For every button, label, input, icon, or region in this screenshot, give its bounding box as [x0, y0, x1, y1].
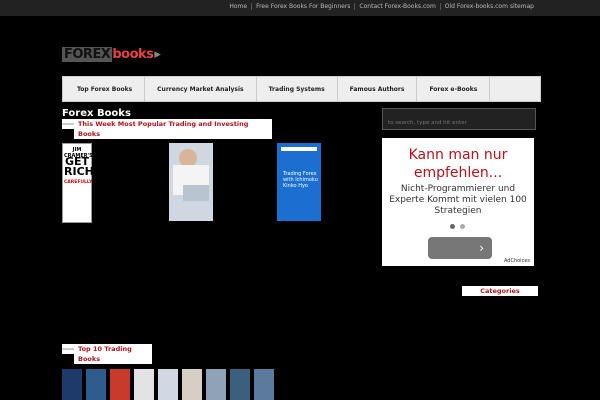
main-nav: Top Forex Books Currency Market Analysis… — [62, 76, 541, 102]
book-subtitle: CAREFULLY — [64, 180, 93, 185]
ad-body: Nicht-Programmierer und Experte Kommt mi… — [389, 184, 527, 216]
nav-item-currency-market-analysis[interactable]: Currency Market Analysis — [145, 77, 257, 101]
logo-part-2: books — [112, 46, 154, 62]
top10-cover-5[interactable] — [158, 369, 178, 400]
book-cover-2[interactable] — [169, 143, 213, 221]
adchoices-label[interactable]: AdChoices — [504, 258, 530, 264]
top-link-sitemap[interactable]: Old Forex-books.com sitemap — [439, 3, 538, 10]
top-link-free-books[interactable]: Free Forex Books For Beginners — [251, 3, 354, 10]
nav-item-famous-authors[interactable]: Famous Authors — [338, 77, 418, 101]
top10-cover-9[interactable] — [254, 369, 274, 400]
ad-headline: Kann man nur empfehlen... — [408, 147, 508, 181]
top-links: Home Free Forex Books For Beginners Cont… — [225, 3, 538, 10]
top10-cover-2[interactable] — [86, 369, 106, 400]
top10-cover-1[interactable] — [62, 369, 82, 400]
top10-heading-strip: Top 10 Trading Books — [62, 344, 152, 364]
book-title: GET RICH — [64, 155, 94, 178]
top10-cover-6[interactable] — [182, 369, 202, 400]
page-title: Forex Books — [62, 108, 131, 119]
ad-pager — [450, 224, 465, 229]
top10-cover-3[interactable] — [110, 369, 130, 400]
top10-cover-7[interactable] — [206, 369, 226, 400]
categories-heading: Categories — [462, 286, 538, 296]
nav-item-top-forex-books[interactable]: Top Forex Books — [63, 77, 146, 101]
popular-books-heading-strip: This Week Most Popular Trading and Inves… — [62, 119, 272, 139]
logo-arrow-icon: ▸ — [154, 46, 161, 62]
ad-next-button[interactable]: › — [428, 237, 492, 259]
site-logo[interactable]: FOREX books ▸ — [62, 46, 161, 62]
ad-pager-dot[interactable] — [460, 224, 465, 229]
ad-banner[interactable]: Kann man nur empfehlen... Nicht-Programm… — [382, 138, 534, 266]
top-link-home[interactable]: Home — [225, 3, 251, 10]
top10-cover-4[interactable] — [134, 369, 154, 400]
top-link-contact[interactable]: Contact Forex-Books.com — [354, 3, 439, 10]
top10-covers — [62, 369, 274, 400]
nav-item-forex-ebooks[interactable]: Forex e-Books — [417, 77, 491, 101]
cover-header — [281, 147, 317, 151]
top-bar: Home Free Forex Books For Beginners Cont… — [0, 0, 600, 16]
popular-books-heading: This Week Most Popular Trading and Inves… — [74, 119, 272, 139]
chevron-right-icon: › — [479, 241, 484, 255]
top10-heading: Top 10 Trading Books — [74, 344, 152, 364]
logo-part-1: FOREX — [62, 46, 113, 62]
book-cover-ichimoku[interactable]: Trading Forex with Ichimoku Kinko Hyo — [277, 143, 321, 221]
book-title: Trading Forex with Ichimoku Kinko Hyo — [283, 171, 318, 189]
top10-cover-8[interactable] — [230, 369, 250, 400]
cover-photo-laptop — [183, 185, 209, 201]
search-box — [382, 108, 536, 131]
nav-item-trading-systems[interactable]: Trading Systems — [257, 77, 338, 101]
ad-pager-dot[interactable] — [450, 224, 455, 229]
book-cover-get-rich-carefully[interactable]: JIM CRAMER'S GET RICH CAREFULLY — [62, 143, 94, 223]
search-input[interactable] — [386, 115, 534, 131]
